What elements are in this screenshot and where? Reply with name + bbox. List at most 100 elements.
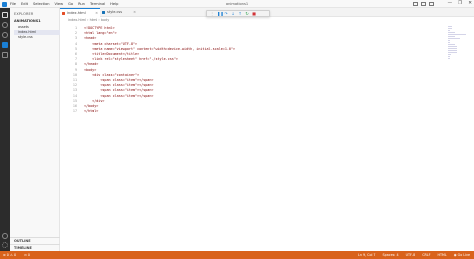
code-editor[interactable]: 1 <!DOCTYPE html> 2 <html lang="en"> 3 <head>… bbox=[60, 26, 470, 246]
minimap-line bbox=[448, 37, 460, 39]
line-number: 10 bbox=[72, 72, 77, 77]
minimap-line bbox=[448, 45, 457, 47]
close-button[interactable]: ✕ bbox=[468, 1, 472, 6]
tab-index-html[interactable]: index.html × bbox=[60, 8, 100, 17]
explorer-sidebar: EXPLORER ANIMATIONS1 assets index.html s… bbox=[10, 8, 60, 251]
code-line[interactable]: <span class="item"></span> bbox=[84, 94, 153, 98]
explorer-header: EXPLORER bbox=[14, 12, 34, 16]
explorer-icon[interactable] bbox=[2, 12, 8, 18]
window-title: animations1 bbox=[225, 2, 249, 6]
line-number: 13 bbox=[72, 88, 77, 93]
cursor-position[interactable]: Ln 9, Col 7 bbox=[358, 253, 376, 257]
minimap-line bbox=[448, 31, 455, 33]
eol-status[interactable]: CRLF bbox=[422, 253, 430, 257]
step-out-icon[interactable]: ↑ bbox=[238, 11, 242, 16]
minimap-line bbox=[448, 57, 450, 59]
minimap-line bbox=[448, 53, 451, 55]
code-line[interactable]: </div> bbox=[84, 99, 104, 103]
extensions-icon[interactable] bbox=[2, 52, 8, 58]
pause-icon[interactable]: ❚❚ bbox=[217, 11, 224, 16]
minimap-line bbox=[448, 26, 452, 27]
code-line[interactable]: <meta name="viewport" content="width=dev… bbox=[84, 47, 235, 51]
line-number: 5 bbox=[74, 46, 77, 51]
minimap-line bbox=[448, 29, 450, 31]
account-icon[interactable] bbox=[2, 233, 8, 239]
minimize-button[interactable]: — bbox=[448, 1, 453, 6]
close-tab-icon[interactable]: × bbox=[95, 9, 98, 18]
close-tab-icon[interactable]: × bbox=[133, 8, 136, 17]
toggle-sidebar-icon[interactable] bbox=[413, 2, 418, 6]
code-line[interactable]: </body> bbox=[84, 104, 98, 108]
minimap-line bbox=[448, 41, 450, 43]
line-number: 11 bbox=[72, 78, 77, 82]
activity-bar bbox=[0, 8, 10, 251]
line-number: 16 bbox=[72, 104, 77, 108]
title-bar: File Edit Selection View Go Run Terminal… bbox=[0, 0, 474, 8]
minimap-line bbox=[448, 55, 450, 57]
file-item-style-css[interactable]: style.css bbox=[18, 35, 33, 40]
html-file-icon bbox=[62, 12, 65, 15]
code-line[interactable]: <span class="item"></span> bbox=[84, 88, 153, 92]
line-number: 3 bbox=[74, 36, 77, 41]
tab-style-css[interactable]: style.css × bbox=[100, 8, 138, 17]
divider bbox=[10, 237, 60, 238]
line-number: 1 bbox=[74, 26, 77, 30]
outline-section[interactable]: OUTLINE bbox=[14, 239, 31, 243]
minimap-line bbox=[448, 51, 457, 53]
drag-handle-icon[interactable]: ⋮ bbox=[210, 11, 214, 16]
line-number: 15 bbox=[72, 98, 77, 103]
line-number: 6 bbox=[74, 52, 77, 56]
css-file-icon bbox=[102, 11, 105, 14]
code-line[interactable]: <span class="item"></span> bbox=[84, 78, 153, 82]
code-line[interactable]: <html lang="en"> bbox=[84, 31, 117, 35]
source-control-icon[interactable] bbox=[2, 32, 8, 38]
code-line[interactable]: <head> bbox=[84, 36, 96, 40]
line-number: 17 bbox=[72, 109, 77, 114]
code-line[interactable]: </html> bbox=[84, 109, 98, 113]
code-line[interactable]: <!DOCTYPE html> bbox=[84, 26, 115, 30]
line-number: 12 bbox=[72, 83, 77, 88]
file-item-assets[interactable]: assets bbox=[18, 25, 29, 30]
settings-gear-icon[interactable] bbox=[2, 242, 8, 248]
search-icon[interactable] bbox=[2, 22, 8, 28]
restart-icon[interactable]: ↻ bbox=[245, 11, 249, 16]
breadcrumb[interactable]: index.html › html › body bbox=[68, 18, 109, 24]
workspace-folder[interactable]: ANIMATIONS1 bbox=[14, 19, 41, 23]
divider bbox=[10, 244, 60, 245]
code-line[interactable]: <title>Document</title> bbox=[84, 52, 139, 56]
minimap-line bbox=[448, 49, 457, 51]
code-line[interactable]: <link rel="stylesheet" href="./style.css… bbox=[84, 57, 178, 61]
window-controls: — ❐ ✕ bbox=[448, 1, 472, 6]
file-item-index-html[interactable]: index.html bbox=[14, 30, 60, 35]
maximize-button[interactable]: ❐ bbox=[458, 1, 462, 6]
debug-toolbar: ⋮ ❚❚ ↷ ↓ ↑ ↻ ■ bbox=[206, 10, 270, 17]
stop-icon[interactable]: ■ bbox=[252, 11, 256, 16]
indentation-status[interactable]: Spaces: 4 bbox=[383, 253, 399, 257]
language-mode[interactable]: HTML bbox=[438, 253, 447, 257]
ports-status[interactable]: ⊙ 0 bbox=[24, 253, 30, 257]
line-number: 8 bbox=[74, 62, 77, 67]
minimap-line bbox=[448, 47, 457, 49]
go-live-button[interactable]: ◉ Go Live bbox=[454, 253, 470, 257]
timeline-section[interactable]: TIMELINE bbox=[14, 246, 32, 250]
code-line[interactable]: <body> bbox=[84, 68, 96, 72]
code-line[interactable]: <meta charset="UTF-8"> bbox=[84, 42, 137, 46]
problems-status[interactable]: ⊗ 0 ⚠ 0 bbox=[3, 253, 16, 257]
code-line[interactable]: <span class="item"></span> bbox=[84, 83, 153, 87]
encoding-status[interactable]: UTF-8 bbox=[406, 253, 416, 257]
code-line[interactable]: <div class="container"> bbox=[84, 73, 139, 77]
line-number: 7 bbox=[74, 57, 77, 62]
minimap[interactable] bbox=[448, 26, 466, 66]
step-into-icon[interactable]: ↓ bbox=[231, 11, 235, 16]
run-debug-icon[interactable] bbox=[2, 42, 8, 48]
tab-label: style.css bbox=[107, 10, 123, 14]
line-number: 9 bbox=[74, 67, 77, 72]
minimap-line bbox=[448, 39, 450, 41]
line-number: 2 bbox=[74, 31, 77, 36]
step-over-icon[interactable]: ↷ bbox=[224, 11, 228, 16]
tab-label: index.html bbox=[67, 11, 86, 15]
line-number: 4 bbox=[74, 41, 77, 46]
toggle-panel-icon[interactable] bbox=[421, 2, 426, 6]
code-line[interactable]: </head> bbox=[84, 62, 98, 66]
toggle-secondary-sidebar-icon[interactable] bbox=[429, 2, 434, 6]
